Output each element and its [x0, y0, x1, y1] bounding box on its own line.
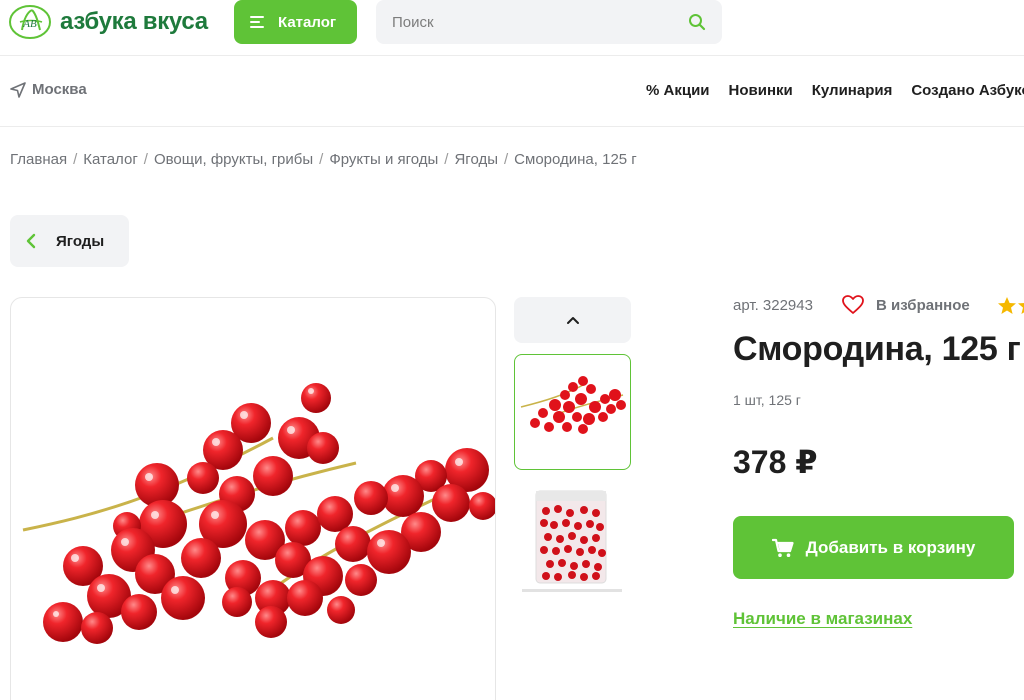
sub-header: Москва % Акции Новинки Кулинария Создано…	[0, 57, 1024, 127]
product-main-image[interactable]	[10, 297, 496, 700]
favorite-button[interactable]: В избранное	[842, 295, 970, 315]
rating-stars[interactable]	[997, 296, 1024, 316]
cart-icon	[771, 538, 794, 557]
logo-mark-icon: АВ	[9, 5, 51, 39]
thumbnails-up-button[interactable]	[514, 297, 631, 343]
site-header: АВ азбука вкуса Каталог	[0, 0, 1024, 56]
breadcrumb-item-berries[interactable]: Ягоды	[454, 151, 498, 168]
back-button-label: Ягоды	[56, 232, 105, 250]
thumbnail-1-image	[520, 376, 626, 434]
burger-icon	[250, 16, 266, 28]
chevron-up-icon	[566, 317, 579, 324]
chevron-left-icon	[26, 233, 36, 249]
star-icon	[1018, 303, 1024, 314]
store-availability-link[interactable]: Наличие в магазинах	[733, 609, 912, 629]
product-title: Смородина, 125 г	[733, 330, 1021, 368]
thumbnail-1[interactable]	[514, 354, 631, 470]
breadcrumb-item-fruits[interactable]: Фрукты и ягоды	[329, 151, 438, 168]
logo[interactable]: АВ азбука вкуса	[8, 3, 208, 41]
logo-monogram: АВ	[22, 18, 37, 30]
add-to-cart-button[interactable]: Добавить в корзину	[733, 516, 1014, 579]
breadcrumb-separator: /	[319, 151, 324, 168]
favorite-label: В избранное	[876, 296, 970, 314]
search-input[interactable]	[392, 13, 688, 31]
catalog-button-label: Каталог	[278, 13, 337, 31]
breadcrumb-separator: /	[504, 151, 509, 168]
city-label: Москва	[32, 81, 87, 98]
currant-photo	[22, 383, 495, 644]
catalog-button[interactable]: Каталог	[234, 0, 357, 44]
nav-item-culinary[interactable]: Кулинария	[812, 82, 893, 99]
location-arrow-icon	[10, 81, 26, 98]
nav-item-new[interactable]: Новинки	[729, 82, 793, 99]
breadcrumb: Главная / Каталог / Овощи, фрукты, грибы…	[10, 151, 637, 168]
breadcrumb-separator: /	[444, 151, 449, 168]
back-button[interactable]: Ягоды	[10, 215, 129, 267]
thumbnail-2-image	[522, 490, 622, 592]
product-unit: 1 шт, 125 г	[733, 392, 801, 408]
star-icon	[998, 297, 1016, 314]
breadcrumb-separator: /	[73, 151, 78, 168]
breadcrumb-item-current: Смородина, 125 г	[514, 151, 637, 168]
product-price: 378 ₽	[733, 444, 818, 480]
add-to-cart-label: Добавить в корзину	[805, 537, 976, 557]
search-icon[interactable]	[688, 13, 706, 31]
search-box	[376, 0, 722, 44]
breadcrumb-separator: /	[143, 151, 148, 168]
breadcrumb-item-vegetables[interactable]: Овощи, фрукты, грибы	[154, 151, 313, 168]
breadcrumb-item-home[interactable]: Главная	[10, 151, 67, 168]
thumbnail-2[interactable]	[514, 483, 631, 599]
heart-icon	[842, 295, 864, 314]
logo-text: азбука вкуса	[60, 8, 208, 35]
city-selector[interactable]: Москва	[10, 81, 87, 98]
breadcrumb-item-catalog[interactable]: Каталог	[83, 151, 138, 168]
nav-item-created-by-azbuka[interactable]: Создано Азбукой	[911, 82, 1024, 99]
nav-item-promotions[interactable]: % Акции	[646, 82, 710, 99]
product-article: арт. 322943	[733, 297, 813, 314]
top-nav: % Акции Новинки Кулинария Создано Азбуко…	[646, 82, 1024, 99]
